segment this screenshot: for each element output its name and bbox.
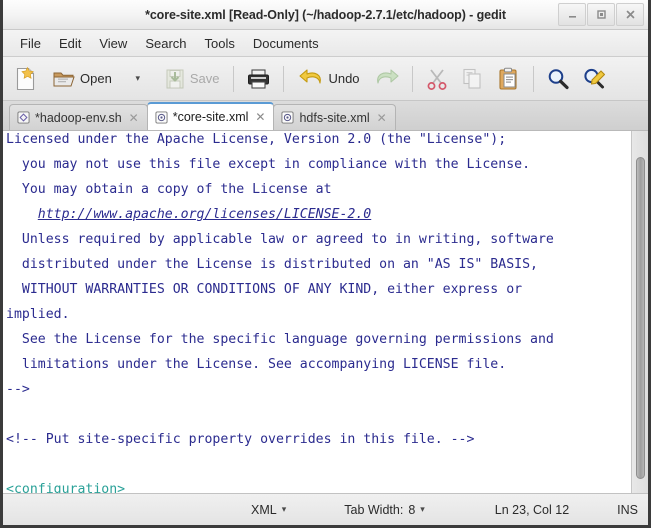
editor-content[interactable]: Licensed under the Apache License, Versi…	[6, 131, 631, 493]
menu-item-tools[interactable]: Tools	[196, 33, 244, 54]
close-button[interactable]	[616, 3, 644, 26]
vertical-scrollbar[interactable]	[631, 131, 648, 493]
tab-label: hdfs-site.xml	[299, 110, 370, 125]
magnifier-icon	[548, 68, 569, 89]
scissors-icon	[427, 68, 446, 90]
toolbar-separator	[233, 65, 235, 92]
editor-line: See the License for the specific languag…	[6, 332, 554, 347]
tab-hdfs-site-xml[interactable]: hdfs-site.xml ✕	[273, 104, 396, 130]
menu-item-file[interactable]: File	[11, 33, 50, 54]
open-button-label: Open	[80, 71, 112, 86]
copy-icon	[462, 68, 481, 89]
save-button-label: Save	[189, 71, 220, 86]
cut-button[interactable]	[420, 61, 454, 97]
menu-item-view[interactable]: View	[90, 33, 136, 54]
toolbar-separator	[532, 65, 534, 92]
language-label: XML	[251, 502, 277, 517]
menu-item-documents[interactable]: Documents	[244, 33, 328, 54]
menu-item-search[interactable]: Search	[136, 33, 195, 54]
editor-line: distributed under the License is distrib…	[6, 257, 538, 272]
toolbar-separator	[411, 65, 413, 92]
editor-line: <!-- Put site-specific property override…	[6, 432, 475, 447]
editor-line: You may obtain a copy of the License at	[6, 182, 332, 197]
find-replace-icon	[583, 68, 605, 88]
scrollbar-thumb[interactable]	[636, 157, 645, 479]
replace-button[interactable]	[577, 61, 613, 97]
chevron-down-icon: ▾	[420, 504, 425, 514]
undo-button[interactable]: Undo	[291, 61, 366, 97]
clipboard-paste-icon	[499, 67, 517, 90]
maximize-icon	[596, 10, 606, 19]
tab-hadoop-env-sh[interactable]: *hadoop-env.sh ✕	[9, 104, 148, 130]
tab-close-icon[interactable]: ✕	[377, 111, 387, 125]
editor-line: -->	[6, 382, 30, 397]
close-icon	[626, 10, 634, 19]
chevron-down-icon: ▾	[135, 73, 141, 83]
gedit-window: *core-site.xml [Read-Only] (~/hadoop-2.7…	[0, 0, 651, 528]
tab-width-label: Tab Width:	[344, 502, 404, 517]
tab-close-icon[interactable]: ✕	[255, 110, 265, 124]
tab-close-icon[interactable]: ✕	[129, 111, 139, 125]
chevron-down-icon: ▾	[281, 504, 287, 514]
save-button[interactable]: Save	[157, 61, 227, 97]
cursor-position: Ln 23, Col 12	[495, 503, 569, 517]
print-icon	[248, 68, 270, 89]
editor-area: Licensed under the Apache License, Versi…	[3, 131, 648, 494]
undo-button-label: Undo	[328, 71, 360, 86]
status-bar: XML ▾ Tab Width: 8 ▾ Ln 23, Col 12 INS	[3, 494, 648, 525]
open-dropdown-button[interactable]: ▾	[121, 61, 155, 97]
editor-line: Licensed under the Apache License, Versi…	[6, 132, 507, 147]
insert-mode-label: INS	[617, 502, 638, 517]
open-folder-icon	[53, 72, 75, 86]
menu-bar: File Edit View Search Tools Documents	[3, 30, 648, 57]
menu-item-edit[interactable]: Edit	[50, 33, 90, 54]
new-document-icon	[16, 66, 35, 90]
open-button[interactable]: Open	[45, 61, 119, 97]
xml-file-icon	[155, 110, 168, 124]
editor-line: Unless required by applicable law or agr…	[6, 232, 554, 247]
editor-line: implied.	[6, 307, 70, 322]
insert-mode-indicator[interactable]: INS	[617, 503, 638, 517]
redo-arrow-icon	[376, 68, 399, 84]
tab-width-value: 8	[408, 502, 416, 517]
minimize-icon	[568, 16, 576, 18]
tab-bar: *hadoop-env.sh ✕ *core-site.xml ✕ hdfs-s…	[3, 101, 648, 131]
editor-line: you may not use this file except in comp…	[6, 157, 531, 172]
find-button[interactable]	[541, 61, 575, 97]
tab-label: *core-site.xml	[172, 110, 249, 124]
tab-width-selector[interactable]: Tab Width: 8 ▾	[344, 503, 425, 517]
tab-label: *hadoop-env.sh	[35, 110, 122, 125]
window-title: *core-site.xml [Read-Only] (~/hadoop-2.7…	[145, 7, 506, 22]
tab-core-site-xml[interactable]: *core-site.xml ✕	[146, 102, 275, 130]
text-editor[interactable]: Licensed under the Apache License, Versi…	[3, 131, 631, 493]
copy-button[interactable]	[456, 61, 490, 97]
minimize-button[interactable]	[558, 3, 586, 26]
redo-button[interactable]	[369, 61, 405, 97]
undo-arrow-icon	[299, 68, 322, 84]
save-icon	[166, 69, 184, 88]
print-button[interactable]	[241, 61, 276, 97]
editor-line: limitations under the License. See accom…	[6, 357, 507, 372]
maximize-button[interactable]	[587, 3, 615, 26]
editor-line: WITHOUT WARRANTIES OR CONDITIONS OF ANY …	[6, 282, 523, 297]
language-selector[interactable]: XML ▾	[251, 503, 286, 517]
toolbar: Open ▾ Save Undo	[3, 57, 648, 101]
xml-file-icon	[281, 111, 295, 124]
cursor-position-label: Ln 23, Col 12	[494, 502, 570, 517]
script-file-icon	[17, 111, 30, 124]
title-bar: *core-site.xml [Read-Only] (~/hadoop-2.7…	[3, 0, 648, 30]
editor-line: http://www.apache.org/licenses/LICENSE-2…	[37, 207, 372, 222]
window-controls	[558, 3, 644, 26]
new-document-button[interactable]	[9, 61, 43, 97]
paste-button[interactable]	[492, 61, 526, 97]
toolbar-separator	[283, 65, 285, 92]
editor-line: <configuration>	[6, 482, 126, 493]
